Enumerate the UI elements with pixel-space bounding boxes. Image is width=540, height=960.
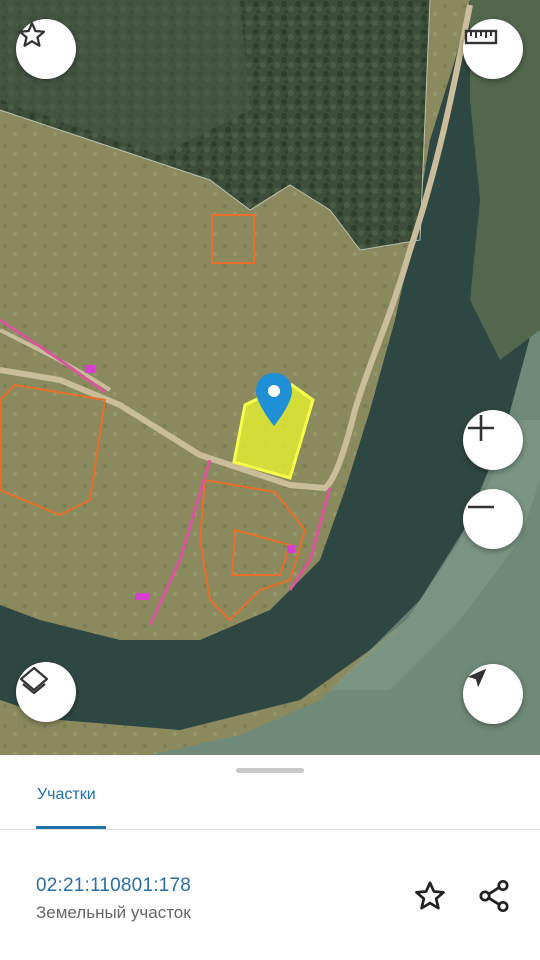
tab-parcels[interactable]: Участки: [36, 783, 106, 830]
parcel-type: Земельный участок: [36, 903, 191, 922]
bottom-sheet: Участки: [0, 755, 540, 960]
tabs-divider: [0, 829, 540, 830]
favorite-button[interactable]: [408, 876, 452, 920]
zoom-out-button[interactable]: [463, 489, 523, 549]
zoom-in-button[interactable]: [463, 410, 523, 470]
tab-label: Участки: [37, 786, 96, 803]
share-icon: [476, 878, 512, 919]
cadastral-number[interactable]: 02:21:110801:178: [36, 875, 191, 897]
share-button[interactable]: [472, 876, 516, 920]
sheet-drag-handle[interactable]: [236, 768, 304, 773]
map-imagery: [0, 0, 540, 755]
star-outline-icon: [412, 878, 448, 919]
favorite-map-button[interactable]: [16, 19, 76, 79]
my-location-button[interactable]: [463, 664, 523, 724]
ruler-button[interactable]: [463, 19, 523, 79]
satellite-map[interactable]: [0, 0, 540, 755]
layers-button[interactable]: [16, 662, 76, 722]
